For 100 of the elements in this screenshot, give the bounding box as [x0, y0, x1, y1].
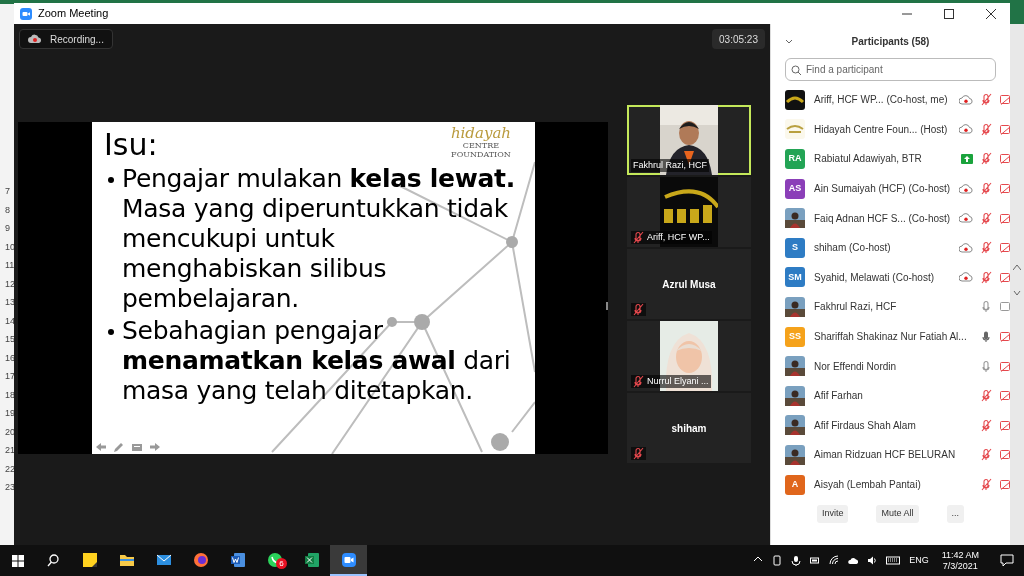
taskbar-app-button[interactable] [330, 545, 367, 576]
participant-name: Hidayah Centre Foun... (Host) [814, 122, 949, 137]
participant-name: Syahid, Melawati (Co-host) [814, 270, 936, 285]
avatar: SS [785, 326, 805, 347]
participant-name: Ain Sumaiyah (HCF) (Co-host) [814, 182, 951, 197]
participant-name: Shariffah Shakinaz Nur Fatiah Al... [814, 330, 968, 345]
previous-arrow-icon[interactable] [95, 442, 107, 452]
muted-microphone-icon[interactable] [981, 211, 993, 225]
keyboard-icon[interactable] [886, 555, 901, 566]
muted-microphone-icon[interactable] [981, 418, 993, 432]
muted-microphone-icon[interactable] [981, 448, 993, 462]
participant-name: Ariff, HCF WP... [647, 230, 710, 244]
clock-time[interactable]: 11:42 AM [941, 549, 979, 561]
cloud-icon[interactable] [848, 555, 859, 566]
muted-microphone-icon[interactable] [981, 270, 993, 284]
muted-microphone-icon[interactable] [981, 241, 993, 255]
avatar [785, 89, 805, 110]
muted-microphone-icon[interactable] [981, 152, 993, 166]
search-icon[interactable] [47, 554, 59, 567]
muted-microphone-icon[interactable] [633, 231, 644, 244]
muted-microphone-icon[interactable] [981, 122, 993, 136]
recording-label: Recording... [50, 32, 104, 47]
participant-name: Aiman Ridzuan HCF BELURAN [814, 448, 957, 463]
participant-name: Aisyah (Lembah Pantai) [814, 478, 922, 492]
sticky-note-icon [81, 551, 98, 568]
menu-icon[interactable] [131, 442, 143, 452]
row-number: 21 [4, 444, 14, 457]
recording-indicator[interactable]: Recording... [19, 29, 113, 49]
video-camera-icon [340, 551, 357, 568]
row-number: 9 [4, 222, 11, 235]
clock-date[interactable]: 7/3/2021 [942, 560, 978, 572]
row-number: 17 [4, 370, 14, 383]
participant-name: Faiq Adnan HCF S... (Co-host) [814, 211, 951, 226]
participant-name: Rabiatul Adawiyah, BTR [814, 152, 923, 167]
row-number: 19 [4, 407, 14, 420]
avatar: SM [785, 267, 805, 288]
phone-icon[interactable] [772, 555, 783, 566]
avatar: AS [785, 178, 805, 199]
notification-icon[interactable] [1000, 554, 1014, 567]
muted-microphone-icon[interactable] [633, 375, 644, 388]
participant-name: Afif Farhan [814, 389, 864, 404]
notification-badge: 6 [276, 558, 287, 569]
input-language[interactable]: ENG [909, 553, 929, 568]
window-title: Zoom Meeting [38, 6, 109, 22]
row-number: 7 [4, 185, 11, 198]
participant-name: Fakhrul Razi, HCF [633, 158, 707, 172]
zoom-logo-icon [20, 7, 32, 20]
row-number: 11 [4, 259, 14, 272]
word-icon [229, 551, 246, 568]
participant-name: Azrul Musa [662, 277, 716, 292]
muted-microphone-icon[interactable] [633, 447, 644, 460]
participant-name: Nurrul Elyani ... [647, 374, 709, 388]
participant-name: shiham (Co-host) [814, 241, 892, 256]
row-number: 10 [4, 240, 14, 254]
excel-icon [303, 551, 320, 568]
bullet-icon [108, 329, 114, 335]
panel-button[interactable]: Invite [816, 505, 849, 523]
avatar [785, 119, 805, 140]
maximize-icon[interactable] [944, 8, 954, 19]
avatar: S [785, 237, 805, 258]
meeting-timer: 03:05:23 [712, 29, 765, 49]
windows-start-icon[interactable] [12, 554, 24, 567]
participant-name: Afif Firdaus Shah Alam [814, 418, 917, 433]
scroll-up-icon [1013, 264, 1021, 270]
search-icon [791, 65, 801, 75]
muted-microphone-icon[interactable] [981, 93, 993, 107]
bullet-text: Sebahagian pengajar menamatkan kelas awal dari masa yang telah ditetapkan. [122, 316, 512, 406]
row-number: 12 [4, 277, 14, 291]
battery-icon[interactable] [810, 555, 821, 566]
panel-title: Participants (58) [850, 34, 931, 49]
speaker-icon[interactable] [867, 555, 878, 566]
pen-icon[interactable] [113, 442, 125, 452]
muted-microphone-icon[interactable] [981, 182, 993, 196]
row-number: 23 [4, 481, 14, 494]
organization-logo: hidayah CENTRE FOUNDATION [450, 126, 511, 159]
close-icon[interactable] [986, 8, 996, 19]
panel-button[interactable]: Mute All [876, 505, 919, 523]
avatar: A [785, 474, 805, 495]
search-field[interactable]: Find a participant [785, 58, 996, 81]
row-number: 8 [4, 203, 11, 217]
row-number: 22 [4, 462, 14, 476]
collapse-chevron-icon[interactable] [785, 38, 793, 44]
panel-button[interactable]: ... [946, 505, 964, 523]
muted-microphone-icon[interactable] [633, 303, 644, 316]
participant-name: Nor Effendi Nordin [814, 359, 898, 374]
bullet-icon [108, 177, 114, 183]
bullet-text: Pengajar mulakan kelas lewat. Masa yang diperuntukkan tidak mencukupi untuk menghabiskan silibus pembelajaran. [122, 164, 516, 314]
row-number: 14 [4, 314, 14, 328]
wifi-icon[interactable] [829, 555, 840, 566]
muted-microphone-icon[interactable] [981, 478, 993, 491]
microphone-icon[interactable] [791, 555, 802, 566]
row-number: 16 [4, 351, 14, 365]
muted-microphone-icon[interactable] [981, 389, 993, 403]
row-number: 13 [4, 296, 14, 309]
cloud-recording-icon [28, 34, 42, 44]
taskbar-app-button[interactable]: 6 [256, 545, 293, 576]
next-arrow-icon[interactable] [149, 442, 161, 452]
row-number: 15 [4, 333, 14, 346]
participant-name: shiham [671, 421, 707, 436]
row-number: 18 [4, 388, 14, 402]
